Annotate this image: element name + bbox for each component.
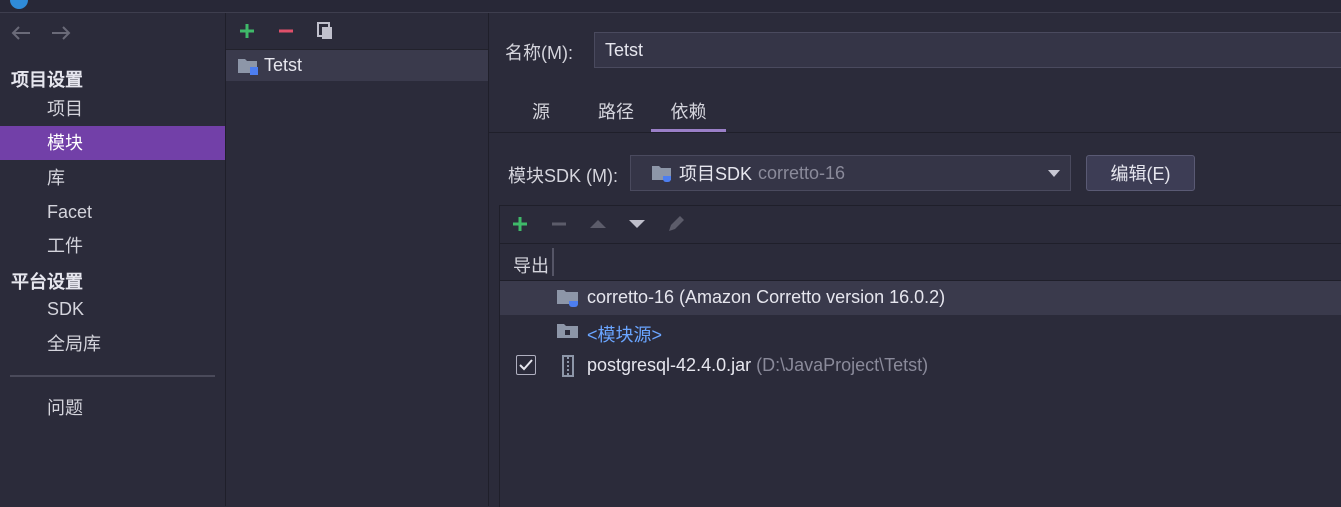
- sdk-value: 项目SDK: [679, 164, 753, 184]
- tab-paths[interactable]: 路径: [586, 95, 646, 132]
- sidebar-item-sdk[interactable]: SDK: [0, 292, 225, 326]
- name-label: 名称(M):: [505, 43, 573, 63]
- add-dependency-icon[interactable]: [508, 212, 532, 236]
- sidebar-item-modules[interactable]: 模块: [0, 126, 225, 160]
- dependencies-table: 导出 corretto-16 (Amazon Corretto version …: [499, 205, 1341, 507]
- title-bar: [0, 0, 1341, 13]
- module-folder-icon: [237, 56, 259, 76]
- forward-arrow-icon[interactable]: [48, 21, 74, 45]
- remove-dependency-icon[interactable]: [547, 212, 571, 236]
- sidebar-item-libraries[interactable]: 库: [0, 161, 225, 195]
- sidebar-item-artifacts[interactable]: 工件: [0, 229, 225, 263]
- module-name-field[interactable]: [594, 32, 1341, 68]
- jar-file-path: (D:\JavaProject\Tetst): [756, 355, 929, 375]
- chevron-down-icon: [1048, 170, 1060, 177]
- module-detail-pane: 名称(M): 源 路径 依赖 模块SDK (M): 项目SDK corretto…: [489, 13, 1341, 507]
- export-column-header[interactable]: 导出: [513, 252, 549, 278]
- export-checkbox[interactable]: [516, 355, 536, 375]
- dependency-name: <模块源>: [587, 325, 663, 345]
- dependencies-header: 导出: [500, 244, 1341, 281]
- sidebar-divider: [10, 375, 215, 377]
- dependency-name: corretto-16 (Amazon Corretto version 16.…: [587, 287, 946, 307]
- add-icon[interactable]: [235, 19, 259, 43]
- sidebar-item-problems[interactable]: 问题: [0, 391, 225, 425]
- edit-sdk-button[interactable]: 编辑(E): [1086, 155, 1195, 191]
- module-name: Tetst: [264, 55, 303, 75]
- dependency-row-jar[interactable]: postgresql-42.4.0.jar (D:\JavaProject\Te…: [500, 349, 1341, 383]
- sdk-value-detail: corretto-16: [758, 162, 846, 183]
- copy-icon[interactable]: [313, 19, 337, 43]
- module-item[interactable]: Tetst: [226, 50, 488, 81]
- move-down-icon[interactable]: [625, 212, 649, 236]
- edit-pencil-icon[interactable]: [664, 212, 688, 236]
- module-sdk-label: 模块SDK (M):: [508, 166, 618, 186]
- tab-dependencies[interactable]: 依赖: [651, 95, 726, 132]
- dependencies-toolbar: [500, 206, 1341, 244]
- jar-archive-icon: [556, 354, 580, 378]
- sidebar-item-project[interactable]: 项目: [0, 92, 225, 126]
- section-project-settings: 项目设置: [11, 70, 83, 90]
- module-tabs: 源 路径 依赖: [489, 95, 1341, 133]
- dependency-name: postgresql-42.4.0.jar (D:\JavaProject\Te…: [587, 355, 928, 376]
- back-arrow-icon[interactable]: [8, 21, 34, 45]
- module-toolbar: [226, 13, 488, 50]
- module-sdk-select[interactable]: 项目SDK corretto-16: [630, 155, 1071, 191]
- dependency-row-sdk[interactable]: corretto-16 (Amazon Corretto version 16.…: [500, 281, 1341, 315]
- sidebar-item-global-libraries[interactable]: 全局库: [0, 327, 225, 361]
- module-list-pane: Tetst: [226, 13, 489, 506]
- jdk-folder-icon: [556, 286, 580, 310]
- jar-file-name: postgresql-42.4.0.jar: [587, 355, 752, 375]
- sidebar-item-facet[interactable]: Facet: [0, 195, 225, 229]
- tab-sources[interactable]: 源: [516, 95, 566, 132]
- nav-arrows: [8, 21, 74, 45]
- sdk-folder-icon: [651, 163, 673, 183]
- app-logo-icon: [10, 0, 28, 9]
- column-divider: [552, 248, 554, 276]
- source-folder-icon: [556, 320, 580, 344]
- settings-sidebar: 项目设置 项目 模块 库 Facet 工件 平台设置 SDK 全局库 问题: [0, 13, 226, 506]
- section-platform-settings: 平台设置: [11, 272, 83, 292]
- dependency-row-module-source[interactable]: <模块源>: [500, 315, 1341, 349]
- move-up-icon[interactable]: [586, 212, 610, 236]
- remove-icon[interactable]: [274, 19, 298, 43]
